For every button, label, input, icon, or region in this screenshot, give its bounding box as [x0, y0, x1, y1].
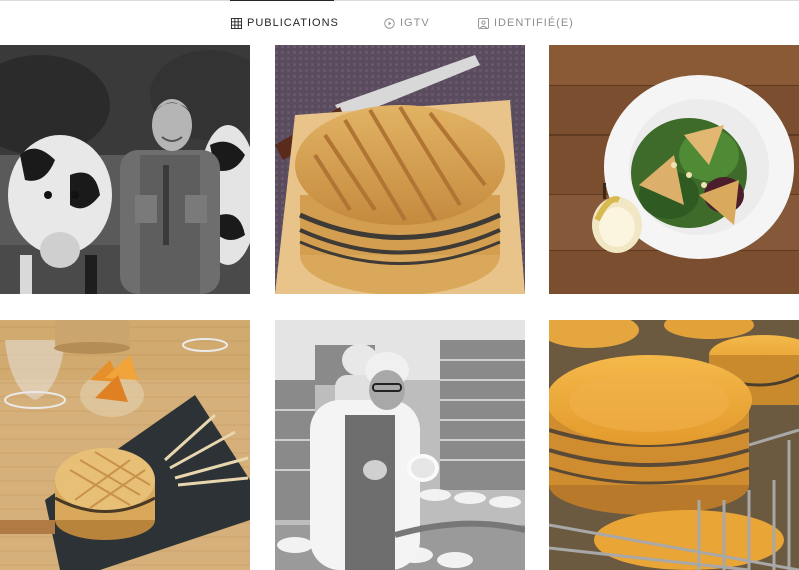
factory-worker-image [275, 320, 525, 570]
igtv-icon [384, 17, 395, 29]
cheese-wheels-rack-image [549, 320, 799, 570]
post-tile-3[interactable] [549, 45, 799, 294]
cheese-on-board-image [275, 45, 525, 294]
post-tile-5[interactable] [275, 320, 525, 570]
tab-tagged[interactable]: IDENTIFIÉ(E) [478, 16, 574, 30]
tab-publications-label: PUBLICATIONS [247, 17, 339, 29]
tab-tagged-label: IDENTIFIÉ(E) [494, 17, 574, 29]
post-tile-1[interactable] [0, 45, 250, 294]
post-tile-4[interactable] [0, 320, 250, 570]
post-tile-6[interactable] [549, 320, 799, 570]
tab-igtv-label: IGTV [400, 17, 430, 29]
tab-igtv[interactable]: IGTV [384, 16, 430, 30]
cheese-platter-image [0, 320, 250, 570]
grid-icon [231, 17, 242, 29]
tagged-icon [478, 17, 489, 29]
profile-tabs: PUBLICATIONS IGTV IDENTIFIÉ(E) [0, 0, 799, 45]
tab-publications[interactable]: PUBLICATIONS [231, 16, 339, 30]
post-tile-2[interactable] [275, 45, 525, 294]
salad-plate-image [549, 45, 799, 294]
farmer-with-cows-image [0, 45, 250, 294]
